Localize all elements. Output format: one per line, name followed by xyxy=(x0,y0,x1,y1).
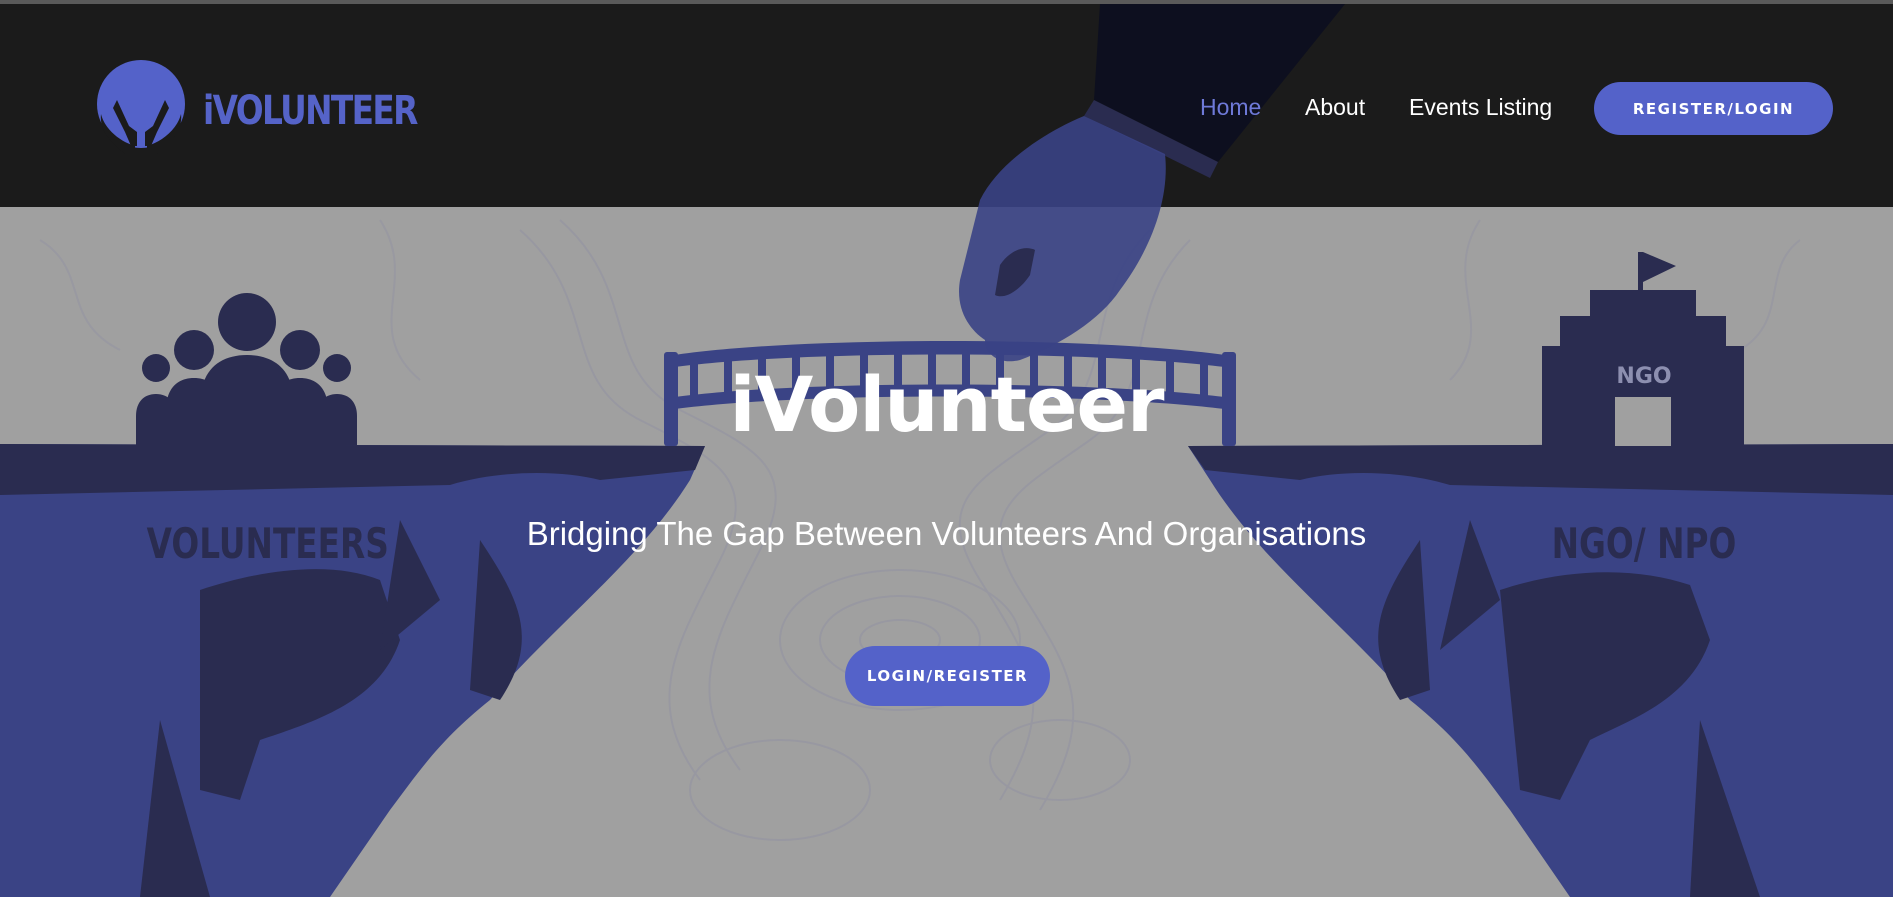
site-header: iVOLUNTEER Home About Events Listing REG… xyxy=(0,4,1893,207)
hero-title: iVolunteer xyxy=(729,360,1164,449)
hero-subtitle: Bridging The Gap Between Volunteers And … xyxy=(526,515,1367,552)
hero-section: NGO VOLUNTEERS NGO/ NPO iVolunteer Bridg… xyxy=(0,207,1893,897)
login-register-button[interactable]: LOGIN/REGISTER xyxy=(845,646,1050,706)
site-logo[interactable]: iVOLUNTEER xyxy=(95,60,418,160)
nav-events-listing[interactable]: Events Listing xyxy=(1409,94,1552,121)
window-top-border xyxy=(0,0,1893,4)
nav-home[interactable]: Home xyxy=(1200,94,1261,121)
brand-name: iVOLUNTEER xyxy=(203,88,418,134)
nav-about[interactable]: About xyxy=(1305,94,1365,121)
register-login-button[interactable]: REGISTER/LOGIN xyxy=(1594,82,1833,135)
hands-holding-circle-icon xyxy=(97,60,185,154)
